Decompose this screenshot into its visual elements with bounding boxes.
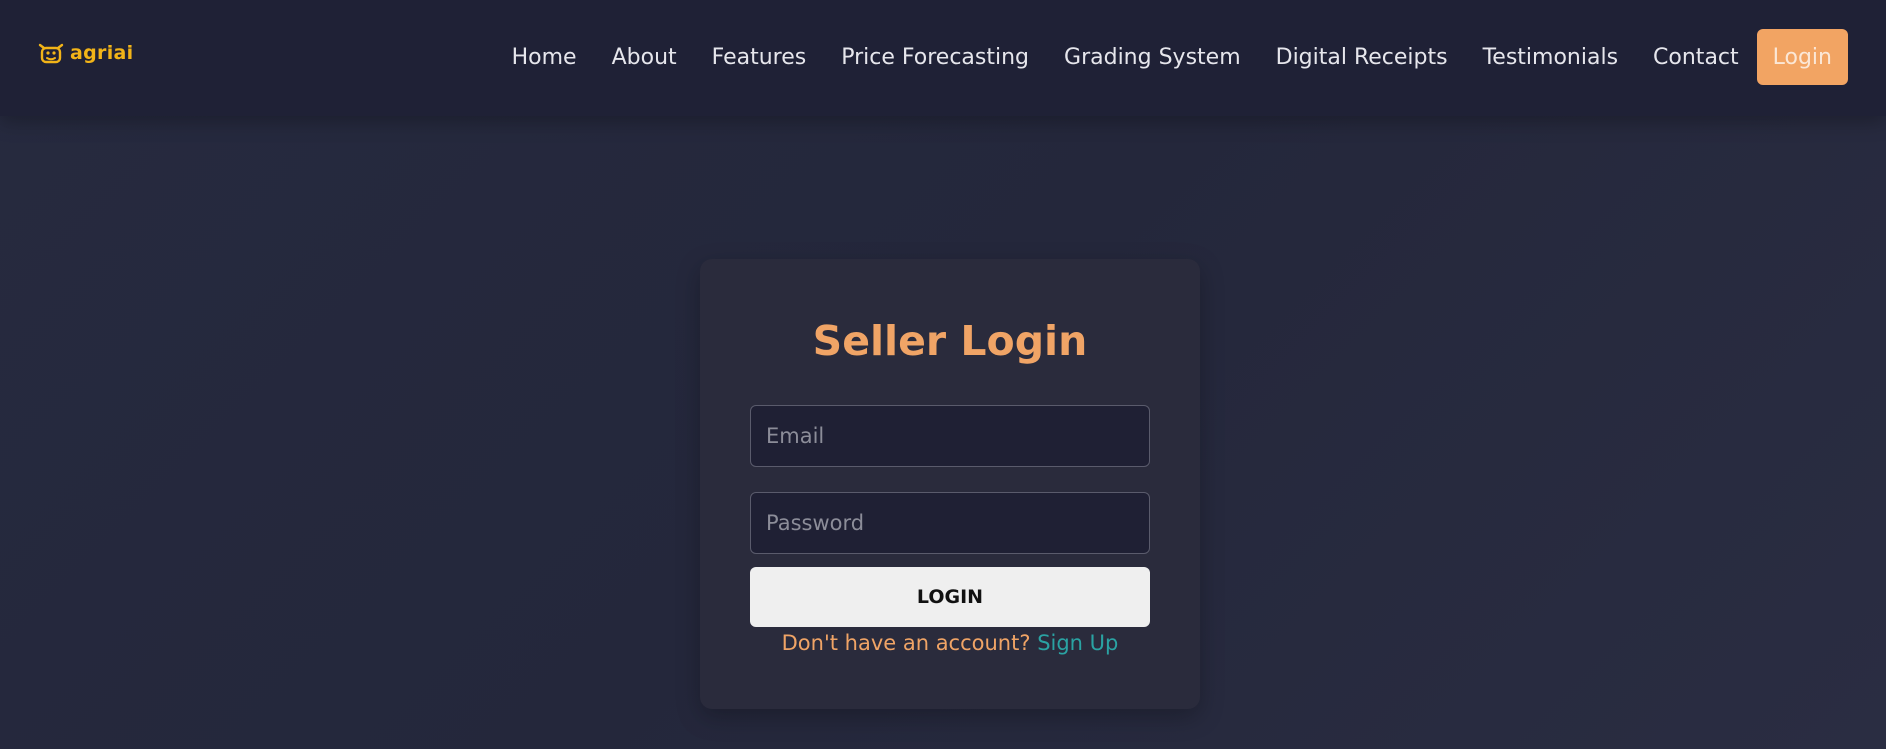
nav-price-forecasting[interactable]: Price Forecasting	[841, 45, 1029, 70]
nav-login-button[interactable]: Login	[1756, 29, 1848, 85]
bull-head-icon	[38, 43, 64, 64]
login-submit-button[interactable]: LOGIN	[750, 567, 1150, 627]
nav-home[interactable]: Home	[512, 45, 577, 70]
signup-link[interactable]: Sign Up	[1037, 631, 1118, 655]
nav-grading-system[interactable]: Grading System	[1064, 45, 1241, 70]
brand-name: agriai	[70, 42, 134, 64]
password-field[interactable]	[750, 492, 1150, 554]
seller-login-card: Seller Login LOGIN Don't have an account…	[700, 259, 1200, 709]
brand-logo[interactable]: agriai	[38, 42, 133, 64]
nav-contact[interactable]: Contact	[1653, 45, 1739, 70]
top-navbar: agriai Home About Features Price Forecas…	[0, 0, 1886, 116]
signup-prompt-line: Don't have an account? Sign Up	[700, 631, 1200, 655]
nav-links: Home About Features Price Forecasting Gr…	[512, 29, 1848, 85]
nav-about[interactable]: About	[612, 45, 677, 70]
nav-features[interactable]: Features	[712, 45, 807, 70]
page-title: Seller Login	[812, 317, 1088, 365]
nav-testimonials[interactable]: Testimonials	[1483, 45, 1618, 70]
signup-prompt-text: Don't have an account?	[781, 631, 1031, 655]
nav-digital-receipts[interactable]: Digital Receipts	[1276, 45, 1448, 70]
email-field[interactable]	[750, 405, 1150, 467]
